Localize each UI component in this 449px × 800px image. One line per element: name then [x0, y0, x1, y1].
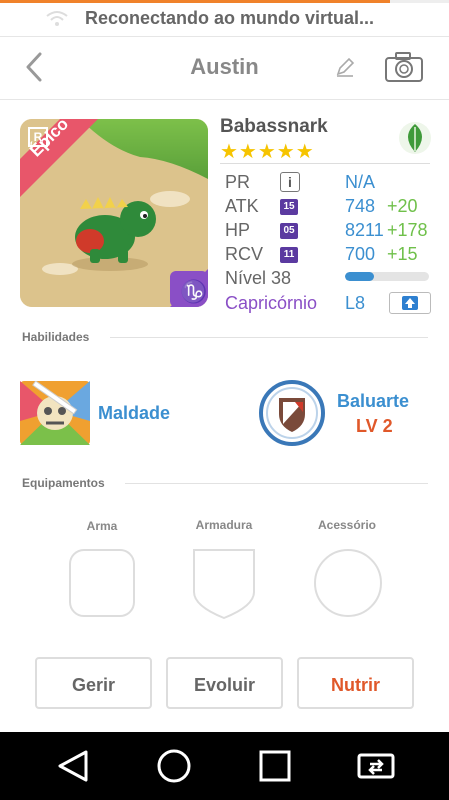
star-rating: ★★★★★ — [220, 141, 315, 163]
home-circle-icon[interactable] — [156, 748, 192, 784]
stat-badge-atk: 15 — [280, 199, 298, 215]
stat-badge-hp: 05 — [280, 223, 298, 239]
stat-value-rcv: 700 — [345, 244, 376, 264]
camera-icon[interactable] — [384, 51, 424, 83]
upgrade-sign-button[interactable] — [389, 292, 431, 314]
monster-name: Babassnark — [220, 116, 328, 137]
accessory-slot[interactable] — [313, 548, 383, 618]
stat-label-atk: ATK — [225, 196, 259, 216]
stat-bonus-hp: +178 — [387, 220, 428, 240]
arrow-up-icon — [402, 296, 418, 310]
equipment-section-title: Equipamentos — [22, 476, 105, 490]
skill-passive-name: Baluarte — [337, 391, 410, 411]
divider — [125, 483, 428, 484]
armor-slot[interactable] — [190, 548, 258, 620]
skills-section-title: Habilidades — [22, 330, 90, 344]
equipment-label-accessory: Acessório — [317, 518, 377, 532]
leaf-icon — [399, 122, 431, 154]
divider — [110, 337, 428, 338]
sign-level: L8 — [345, 293, 366, 313]
constellation-sign[interactable]: Capricórnio — [225, 293, 317, 314]
equipment-label-weapon: Arma — [86, 519, 118, 533]
weapon-slot[interactable] — [68, 548, 136, 618]
level-progress-fill — [345, 272, 374, 281]
stat-value-pr: N/A — [345, 172, 376, 192]
level-progress-track — [345, 272, 429, 281]
skill-passive-level: LV 2 — [356, 416, 393, 436]
wifi-icon — [46, 11, 68, 26]
rotate-screen-icon[interactable] — [356, 750, 396, 782]
skill-maldade-icon[interactable] — [20, 381, 90, 445]
evolve-button[interactable]: Evoluir — [166, 657, 283, 709]
equipment-label-armor: Armadura — [195, 518, 253, 532]
stat-label-pr: PR — [225, 172, 251, 192]
stat-bonus-atk: +20 — [387, 196, 418, 216]
stat-value-atk: 748 — [345, 196, 376, 216]
level-label: Nível 38 — [225, 268, 292, 288]
back-triangle-icon[interactable] — [56, 749, 90, 783]
stat-bonus-rcv: +15 — [387, 244, 418, 264]
stat-value-hp: 8211 — [345, 220, 384, 240]
recents-square-icon[interactable] — [258, 749, 292, 783]
stat-label-hp: HP — [225, 220, 251, 240]
loading-progress-track — [0, 0, 449, 3]
info-icon[interactable]: i — [280, 172, 300, 192]
skill-baluarte-icon[interactable] — [259, 380, 325, 446]
divider — [220, 163, 430, 164]
connection-status-text: Reconectando ao mundo virtual... — [85, 8, 375, 28]
feed-button[interactable]: Nutrir — [297, 657, 414, 709]
stat-badge-rcv: 11 — [280, 247, 298, 263]
stat-label-rcv: RCV — [225, 244, 264, 264]
svg-text:♑: ♑ — [180, 279, 207, 304]
page-title: Austin — [190, 54, 259, 79]
monster-portrait[interactable]: ♑ R Épico — [20, 119, 208, 307]
edit-icon[interactable] — [334, 56, 356, 78]
skill-active-name: Maldade — [98, 403, 171, 423]
manage-button[interactable]: Gerir — [35, 657, 152, 709]
loading-progress-fill — [0, 0, 390, 3]
